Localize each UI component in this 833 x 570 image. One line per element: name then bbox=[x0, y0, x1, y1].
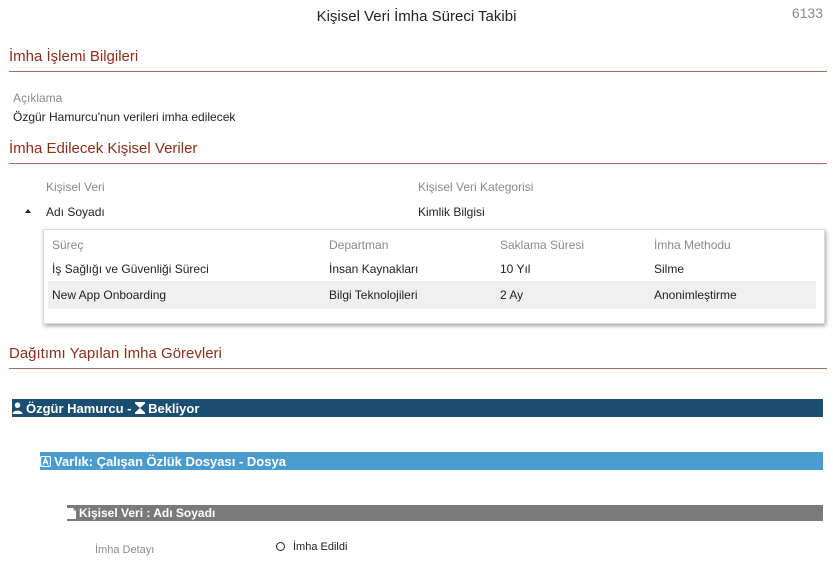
task-data-label: Kişisel Veri : Adı Soyadı bbox=[79, 506, 216, 520]
cell-process: İş Sağlığı ve Güvenliği Süreci bbox=[52, 262, 209, 276]
description-label: Açıklama bbox=[13, 91, 63, 105]
collapse-caret-icon[interactable] bbox=[25, 209, 31, 213]
table-row[interactable]: İş Sağlığı ve Güvenliği Süreci İnsan Kay… bbox=[48, 255, 816, 284]
cell-department: Bilgi Teknolojileri bbox=[329, 288, 418, 302]
file-icon bbox=[67, 507, 76, 519]
cell-retention: 2 Ay bbox=[500, 288, 524, 302]
section-title-tasks: Dağıtımı Yapılan İmha Görevleri bbox=[9, 345, 827, 369]
description-value: Özgür Hamurcu'nun verileri imha edilecek bbox=[13, 110, 236, 124]
detail-header-retention: Saklama Süresi bbox=[500, 238, 585, 252]
task-data-bar[interactable]: Kişisel Veri : Adı Soyadı bbox=[67, 505, 823, 521]
user-icon bbox=[12, 402, 23, 414]
task-asset-bar[interactable]: Varlık: Çalışan Özlük Dosyası - Dosya bbox=[40, 452, 823, 470]
page-title: Kişisel Veri İmha Süreci Takibi bbox=[316, 8, 517, 25]
task-user-separator: - bbox=[123, 400, 136, 416]
table-row[interactable]: New App Onboarding Bilgi Teknolojileri 2… bbox=[48, 281, 816, 309]
cell-process: New App Onboarding bbox=[52, 288, 167, 302]
cell-retention: 10 Yıl bbox=[500, 262, 531, 276]
cell-method: Silme bbox=[654, 262, 685, 276]
asset-icon bbox=[40, 455, 51, 467]
detail-header-department: Departman bbox=[329, 238, 389, 252]
task-user-name: Özgür Hamurcu bbox=[26, 400, 124, 416]
data-row-name[interactable]: Adı Soyadı bbox=[46, 205, 105, 219]
record-id: 6133 bbox=[791, 5, 823, 21]
destroyed-radio-label[interactable]: İmha Edildi bbox=[293, 541, 347, 553]
destruction-detail-label: İmha Detayı bbox=[95, 544, 155, 556]
section-title-info: İmha İşlemi Bilgileri bbox=[9, 48, 827, 72]
cell-department: İnsan Kaynakları bbox=[329, 262, 419, 276]
task-status: Bekliyor bbox=[148, 400, 200, 416]
hourglass-icon bbox=[135, 402, 146, 414]
task-asset-label: Varlık: Çalışan Özlük Dosyası - Dosya bbox=[54, 453, 286, 469]
col-header-data: Kişisel Veri bbox=[46, 180, 105, 194]
data-row-category: Kimlik Bilgisi bbox=[418, 205, 485, 219]
detail-table-header: Süreç Departman Saklama Süresi İmha Meth… bbox=[48, 232, 816, 256]
destroyed-radio[interactable] bbox=[276, 542, 285, 551]
detail-table: Süreç Departman Saklama Süresi İmha Meth… bbox=[43, 229, 825, 324]
cell-method: Anonimleştirme bbox=[654, 288, 737, 302]
col-header-category: Kişisel Veri Kategorisi bbox=[418, 180, 534, 194]
detail-header-process: Süreç bbox=[52, 238, 84, 252]
detail-header-method: İmha Methodu bbox=[654, 238, 731, 252]
section-title-data: İmha Edilecek Kişisel Veriler bbox=[9, 140, 827, 164]
task-user-bar[interactable]: Özgür Hamurcu - Bekliyor bbox=[12, 399, 823, 417]
